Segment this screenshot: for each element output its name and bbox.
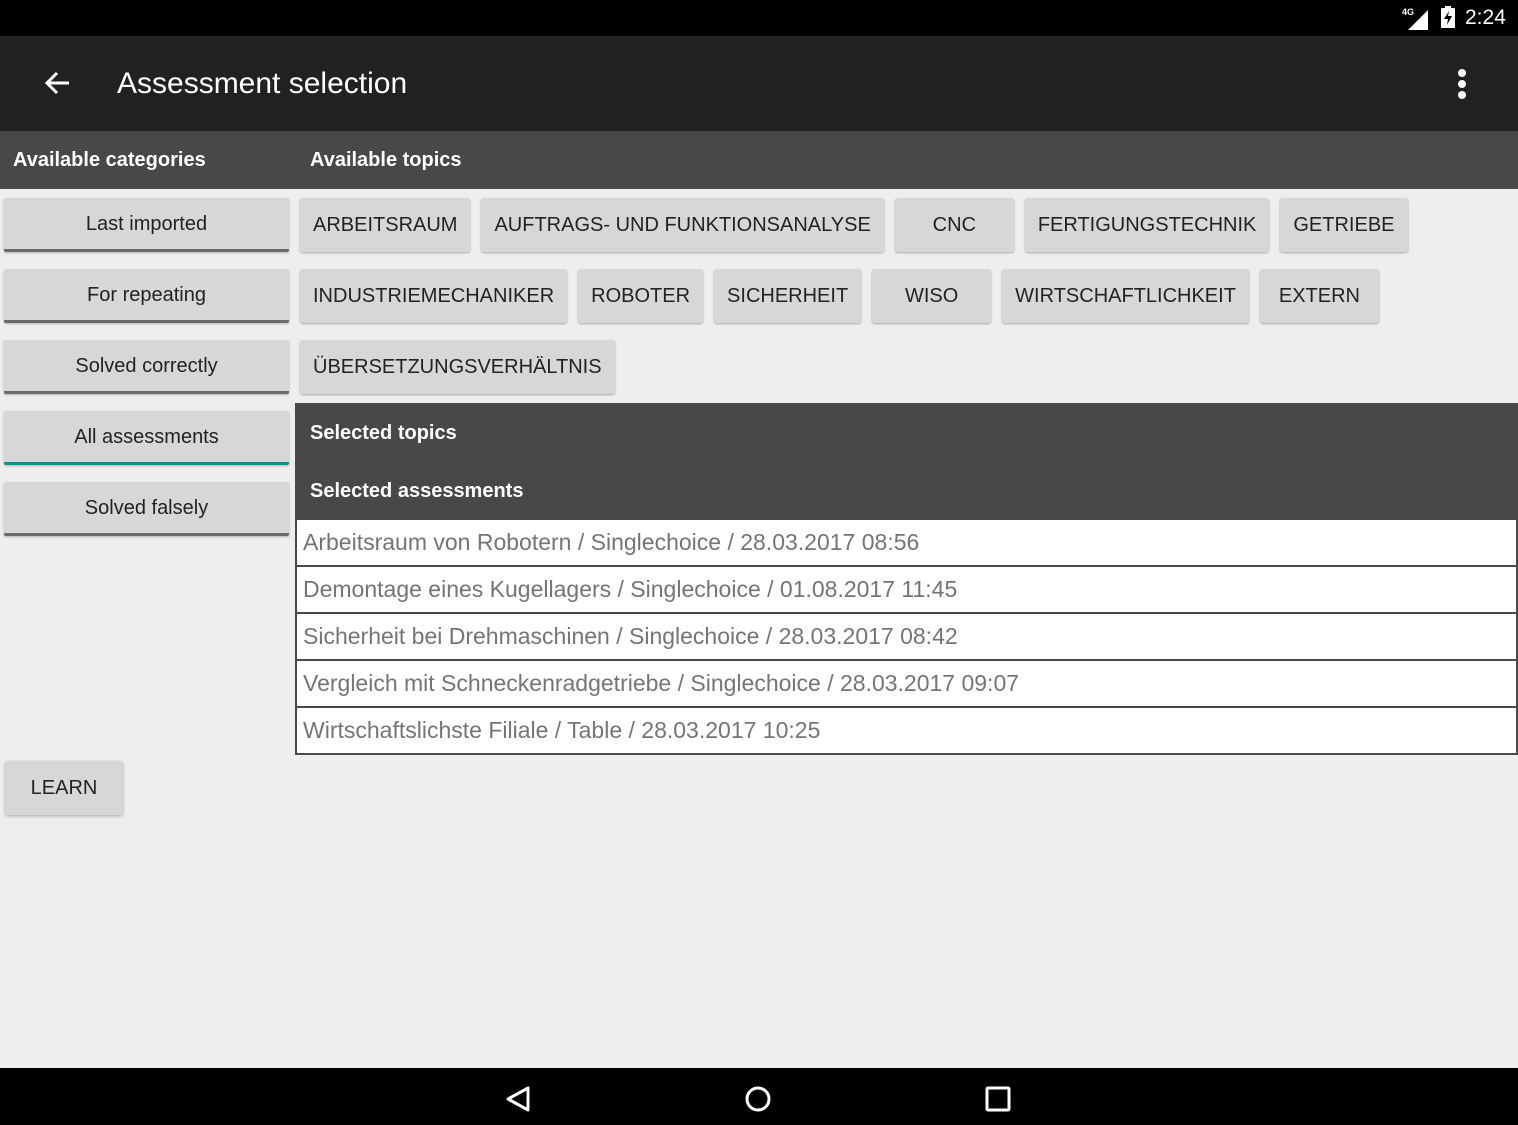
topic-button[interactable]: WISO [872, 269, 992, 323]
category-last-imported[interactable]: Last imported [4, 198, 289, 252]
topic-row: ARBEITSRAUM AUFTRAGS- UND FUNKTIONSANALY… [300, 198, 1510, 252]
assessment-item[interactable]: Sicherheit bei Drehmaschinen / Singlecho… [295, 614, 1518, 661]
signal-icon: 4G [1402, 7, 1428, 30]
topic-button[interactable]: GETRIEBE [1280, 198, 1408, 252]
selection-panel: Selected topics Selected assessments [295, 403, 1518, 520]
topic-button[interactable]: INDUSTRIEMECHANIKER [300, 269, 568, 323]
topic-button[interactable]: CNC [894, 198, 1014, 252]
assessment-item[interactable]: Vergleich mit Schneckenradgetriebe / Sin… [295, 661, 1518, 708]
topic-button[interactable]: ROBOTER [578, 269, 704, 323]
topic-row: INDUSTRIEMECHANIKER ROBOTER SICHERHEIT W… [300, 269, 1510, 323]
topic-button[interactable]: SICHERHEIT [714, 269, 862, 323]
assessment-item[interactable]: Demontage eines Kugellagers / Singlechoi… [295, 567, 1518, 614]
topic-button[interactable]: AUFTRAGS- UND FUNKTIONSANALYSE [481, 198, 884, 252]
section-header: Available categories Available topics [0, 131, 1518, 189]
category-for-repeating[interactable]: For repeating [4, 269, 289, 323]
category-all-assessments[interactable]: All assessments [4, 411, 289, 465]
assessments-list: Arbeitsraum von Robotern / Singlechoice … [295, 520, 1518, 755]
selected-assessments-label: Selected assessments [310, 480, 524, 502]
nav-back-icon[interactable] [501, 1082, 535, 1116]
topic-button[interactable]: FERTIGUNGSTECHNIK [1024, 198, 1270, 252]
topic-button[interactable]: ARBEITSRAUM [300, 198, 471, 252]
topics-grid: ARBEITSRAUM AUFTRAGS- UND FUNKTIONSANALY… [300, 198, 1510, 411]
selected-topics-label: Selected topics [310, 422, 457, 444]
assessment-item[interactable]: Wirtschaftslichste Filiale / Table / 28.… [295, 708, 1518, 755]
topic-button[interactable]: EXTERN [1259, 269, 1379, 323]
clock: 2:24 [1465, 6, 1506, 29]
app-bar: Assessment selection [0, 36, 1518, 131]
network-type: 4G [1402, 7, 1414, 17]
status-bar: 4G 2:24 [0, 0, 1518, 36]
topic-button[interactable]: ÜBERSETZUNGSVERHÄLTNIS [300, 340, 615, 394]
more-vert-icon[interactable] [1450, 66, 1474, 102]
topic-button[interactable]: WIRTSCHAFTLICHKEIT [1002, 269, 1249, 323]
category-solved-correctly[interactable]: Solved correctly [4, 340, 289, 394]
nav-recents-icon[interactable] [981, 1082, 1015, 1116]
nav-home-icon[interactable] [741, 1082, 775, 1116]
navigation-bar [0, 1068, 1518, 1125]
arrow-back-icon[interactable] [40, 66, 74, 100]
page-title: Assessment selection [117, 67, 408, 100]
topic-row: ÜBERSETZUNGSVERHÄLTNIS [300, 340, 1510, 394]
learn-button[interactable]: LEARN [5, 761, 123, 815]
battery-charging-icon [1441, 6, 1455, 28]
topics-header: Available topics [310, 149, 462, 171]
category-solved-falsely[interactable]: Solved falsely [4, 482, 289, 536]
assessment-item[interactable]: Arbeitsraum von Robotern / Singlechoice … [295, 520, 1518, 567]
categories-header: Available categories [13, 149, 206, 171]
